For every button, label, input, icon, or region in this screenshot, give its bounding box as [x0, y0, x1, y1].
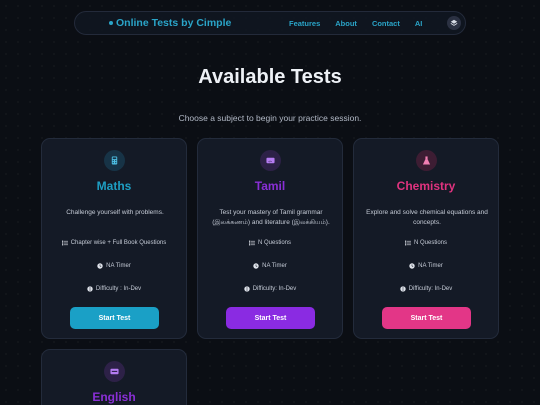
card-icon-badge — [104, 150, 125, 171]
feature-timer: NA Timer — [198, 263, 342, 269]
feature-label: Chapter wise + Full Book Questions — [70, 240, 167, 246]
card-icon-badge — [104, 361, 125, 382]
feature-difficulty: Difficulty: In-Dev — [354, 286, 498, 292]
page-title: Available Tests — [198, 66, 342, 88]
card-title: English — [92, 390, 136, 404]
nav-link-about[interactable]: About — [335, 19, 357, 28]
feature-label: N Questions — [257, 240, 291, 246]
list-icon — [61, 240, 68, 246]
card-description: Challenge yourself with problems. — [66, 209, 164, 216]
start-test-button[interactable]: Start Test — [70, 307, 159, 329]
feature-difficulty: Difficulty : In-Dev — [42, 286, 186, 292]
feature-questions: N Questions — [198, 240, 342, 246]
start-test-button[interactable]: Start Test — [226, 307, 315, 329]
language-icon — [110, 368, 119, 375]
page-subtitle: Choose a subject to begin your practice … — [178, 113, 362, 123]
feature-questions: Chapter wise + Full Book Questions — [42, 240, 186, 246]
clock-icon — [253, 263, 259, 269]
card-description: Test your mastery of Tamil grammar (இலக்… — [212, 209, 330, 226]
feature-label: Difficulty: In-Dev — [408, 286, 453, 292]
test-card-maths: Maths Challenge yourself with problems. … — [41, 138, 187, 339]
test-card-tamil: அ Tamil Test your mastery of Tamil gramm… — [197, 138, 343, 339]
card-icon-badge — [416, 150, 437, 171]
feature-label: N Questions — [413, 240, 447, 246]
brain-icon — [400, 286, 406, 292]
brain-icon — [244, 286, 250, 292]
brand-logo[interactable]: Online Tests by Cimple — [109, 17, 231, 29]
feature-label: NA Timer — [418, 263, 443, 269]
brand-name: Online Tests by Cimple — [116, 17, 232, 29]
brain-icon — [87, 286, 93, 292]
feature-label: Difficulty: In-Dev — [252, 286, 297, 292]
clock-icon — [409, 263, 415, 269]
feature-questions: N Questions — [354, 240, 498, 246]
theme-toggle-button[interactable] — [447, 16, 461, 30]
list-icon — [404, 240, 411, 246]
feature-label: NA Timer — [262, 263, 287, 269]
feature-timer: NA Timer — [354, 263, 498, 269]
card-title: Maths — [96, 179, 132, 193]
card-description: Explore and solve chemical equations and… — [366, 209, 488, 226]
feature-label: Difficulty : In-Dev — [95, 286, 142, 292]
card-title: Tamil — [254, 179, 286, 193]
nav-link-features[interactable]: Features — [289, 19, 320, 28]
nav-link-ai[interactable]: AI — [415, 19, 423, 28]
card-icon-badge: அ — [260, 150, 281, 171]
card-title: Chemistry — [396, 179, 456, 193]
test-card-chemistry: Chemistry Explore and solve chemical equ… — [353, 138, 499, 339]
nav-link-contact[interactable]: Contact — [372, 19, 400, 28]
feature-difficulty: Difficulty: In-Dev — [198, 286, 342, 292]
clock-icon — [97, 263, 103, 269]
layers-icon — [450, 19, 458, 26]
brand-dot-icon — [109, 21, 113, 25]
list-icon — [248, 240, 255, 246]
calculator-icon — [111, 156, 118, 165]
feature-timer: NA Timer — [42, 263, 186, 269]
nav-links: Features About Contact AI — [289, 19, 422, 28]
test-card-english: English — [41, 349, 187, 405]
feature-label: NA Timer — [106, 263, 131, 269]
flask-icon — [422, 156, 431, 165]
language-icon: அ — [266, 157, 275, 164]
start-test-button[interactable]: Start Test — [382, 307, 471, 329]
navbar: Online Tests by Cimple Features About Co… — [74, 11, 466, 35]
